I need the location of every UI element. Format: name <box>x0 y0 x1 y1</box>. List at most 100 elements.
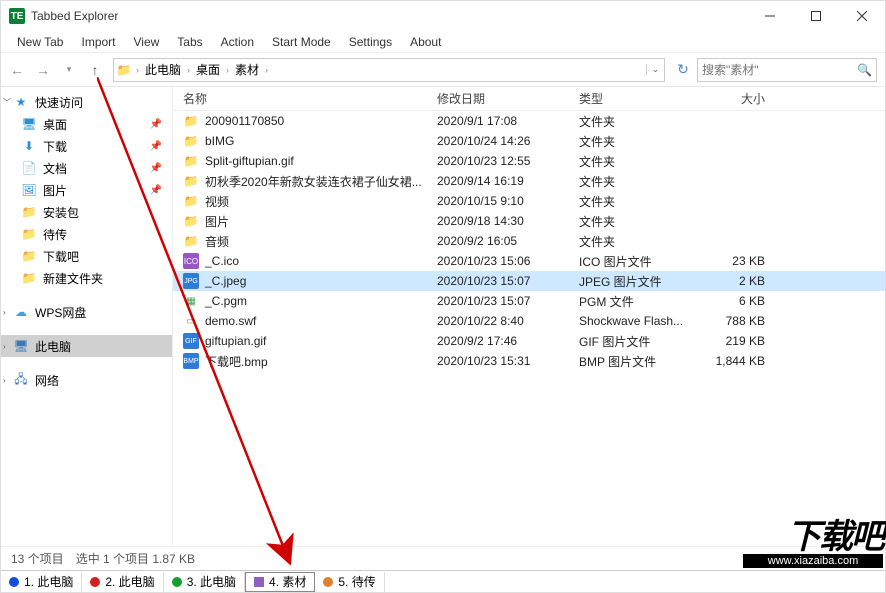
sidebar-quick-access[interactable]: ﹀ ★ 快速访问 <box>1 91 172 113</box>
breadcrumb-item[interactable]: 素材 <box>231 61 263 78</box>
sidebar-item[interactable]: 🖼图片📌 <box>1 179 172 201</box>
tab[interactable]: 4. 素材 <box>245 572 315 592</box>
file-date: 2020/9/2 17:46 <box>437 334 579 348</box>
chevron-right-icon: › <box>263 65 270 75</box>
file-row[interactable]: GIFgiftupian.gif2020/9/2 17:46GIF 图片文件21… <box>173 331 885 351</box>
folder-icon: 📁 <box>183 173 199 189</box>
breadcrumb-dropdown[interactable]: ⌄ <box>646 64 664 75</box>
sidebar-this-pc[interactable]: › 🖥 此电脑 <box>1 335 172 357</box>
file-date: 2020/9/2 16:05 <box>437 234 579 248</box>
col-name[interactable]: 名称 <box>183 90 437 107</box>
sidebar-item[interactable]: 🖥桌面📌 <box>1 113 172 135</box>
menu-new-tab[interactable]: New Tab <box>9 33 71 51</box>
doc-icon: 📄 <box>21 160 37 176</box>
file-row[interactable]: JPG_C.jpeg2020/10/23 15:07JPEG 图片文件2 KB <box>173 271 885 291</box>
file-row[interactable]: 📁bIMG2020/10/24 14:26文件夹 <box>173 131 885 151</box>
file-row[interactable]: ▦_C.pgm2020/10/23 15:07PGM 文件6 KB <box>173 291 885 311</box>
file-row[interactable]: 📁视频2020/10/15 9:10文件夹 <box>173 191 885 211</box>
file-date: 2020/10/23 15:06 <box>437 254 579 268</box>
menu-action[interactable]: Action <box>213 33 262 51</box>
menu-import[interactable]: Import <box>73 33 123 51</box>
caret-icon: ﹀ <box>3 97 11 108</box>
file-type: GIF 图片文件 <box>579 333 689 350</box>
sidebar: ﹀ ★ 快速访问 🖥桌面📌⬇下载📌📄文档📌🖼图片📌📁安装包📁待传📁下载吧📁新建文… <box>1 87 173 546</box>
sidebar-item[interactable]: 📁待传 <box>1 223 172 245</box>
search-box[interactable]: 🔍 <box>697 58 877 82</box>
sidebar-item[interactable]: 📁下载吧 <box>1 245 172 267</box>
breadcrumb[interactable]: 📁 › 此电脑 › 桌面 › 素材 › ⌄ <box>113 58 665 82</box>
maximize-button[interactable] <box>793 1 839 31</box>
up-button[interactable]: ↑ <box>83 58 107 82</box>
recent-dropdown[interactable]: ▾ <box>57 58 81 82</box>
search-icon[interactable]: 🔍 <box>857 63 872 77</box>
file-date: 2020/10/15 9:10 <box>437 194 579 208</box>
jpg-icon: JPG <box>183 273 199 289</box>
window-title: Tabbed Explorer <box>31 9 747 23</box>
file-name: giftupian.gif <box>205 334 266 348</box>
pin-icon: 📌 <box>150 185 162 196</box>
file-type: 文件夹 <box>579 193 689 210</box>
tab-label: 4. 素材 <box>269 573 306 590</box>
bmp-icon: BMP <box>183 353 199 369</box>
file-row[interactable]: 📁图片2020/9/18 14:30文件夹 <box>173 211 885 231</box>
tab[interactable]: 5. 待传 <box>315 572 384 592</box>
tab[interactable]: 2. 此电脑 <box>82 572 163 592</box>
file-type: 文件夹 <box>579 153 689 170</box>
breadcrumb-item[interactable]: 桌面 <box>192 61 224 78</box>
file-type: BMP 图片文件 <box>579 353 689 370</box>
folder-icon: 📁 <box>183 153 199 169</box>
menu-view[interactable]: View <box>126 33 168 51</box>
folder-icon: 📁 <box>21 204 37 220</box>
tab-color-icon <box>323 577 333 587</box>
file-pane: 名称 修改日期 类型 大小 📁2009011708502020/9/1 17:0… <box>173 87 885 546</box>
tab-label: 1. 此电脑 <box>24 573 73 590</box>
search-input[interactable] <box>702 63 857 77</box>
file-date: 2020/10/24 14:26 <box>437 134 579 148</box>
file-row[interactable]: 📁音频2020/9/2 16:05文件夹 <box>173 231 885 251</box>
folder-icon: 📁 <box>183 213 199 229</box>
sidebar-item-label: 待传 <box>43 226 67 243</box>
menu-tabs[interactable]: Tabs <box>169 33 210 51</box>
menu-about[interactable]: About <box>402 33 449 51</box>
file-row[interactable]: 📁Split-giftupian.gif2020/10/23 12:55文件夹 <box>173 151 885 171</box>
file-size: 1,844 KB <box>689 354 779 368</box>
folder-icon: 📁 <box>114 63 134 77</box>
sidebar-item[interactable]: 📄文档📌 <box>1 157 172 179</box>
tab[interactable]: 1. 此电脑 <box>1 572 82 592</box>
status-bar: 13 个项目 选中 1 个项目 1.87 KB <box>1 546 885 570</box>
minimize-button[interactable] <box>747 1 793 31</box>
file-row[interactable]: 📁2009011708502020/9/1 17:08文件夹 <box>173 111 885 131</box>
sidebar-wps[interactable]: › ☁ WPS网盘 <box>1 301 172 323</box>
file-row[interactable]: ▭demo.swf2020/10/22 8:40Shockwave Flash.… <box>173 311 885 331</box>
app-icon: TE <box>9 8 25 24</box>
menu-settings[interactable]: Settings <box>341 33 400 51</box>
sidebar-item[interactable]: 📁安装包 <box>1 201 172 223</box>
sidebar-item[interactable]: 📁新建文件夹 <box>1 267 172 289</box>
file-row[interactable]: 📁初秋季2020年新款女装连衣裙子仙女裙...2020/9/14 16:19文件… <box>173 171 885 191</box>
caret-icon: › <box>3 342 6 351</box>
pgm-icon: ▦ <box>183 293 199 309</box>
forward-button[interactable]: → <box>31 58 55 82</box>
network-icon: 🖧 <box>13 372 29 388</box>
file-type: 文件夹 <box>579 133 689 150</box>
back-button[interactable]: ← <box>5 58 29 82</box>
sidebar-network[interactable]: › 🖧 网络 <box>1 369 172 391</box>
col-size[interactable]: 大小 <box>689 90 779 107</box>
gif-icon: GIF <box>183 333 199 349</box>
col-type[interactable]: 类型 <box>579 90 689 107</box>
folder-icon: 📁 <box>21 270 37 286</box>
tab[interactable]: 3. 此电脑 <box>164 572 245 592</box>
sidebar-item-label: 下载 <box>43 138 67 155</box>
tab-label: 2. 此电脑 <box>105 573 154 590</box>
breadcrumb-item[interactable]: 此电脑 <box>141 61 185 78</box>
close-button[interactable] <box>839 1 885 31</box>
menu-start-mode[interactable]: Start Mode <box>264 33 339 51</box>
sidebar-item[interactable]: ⬇下载📌 <box>1 135 172 157</box>
refresh-button[interactable]: ↻ <box>671 58 695 82</box>
tab-bar: 1. 此电脑 2. 此电脑 3. 此电脑 4. 素材 5. 待传 <box>1 570 885 592</box>
col-date[interactable]: 修改日期 <box>437 90 579 107</box>
file-size: 2 KB <box>689 274 779 288</box>
file-name: _C.pgm <box>205 294 247 308</box>
file-row[interactable]: ICO_C.ico2020/10/23 15:06ICO 图片文件23 KB <box>173 251 885 271</box>
file-row[interactable]: BMP下载吧.bmp2020/10/23 15:31BMP 图片文件1,844 … <box>173 351 885 371</box>
